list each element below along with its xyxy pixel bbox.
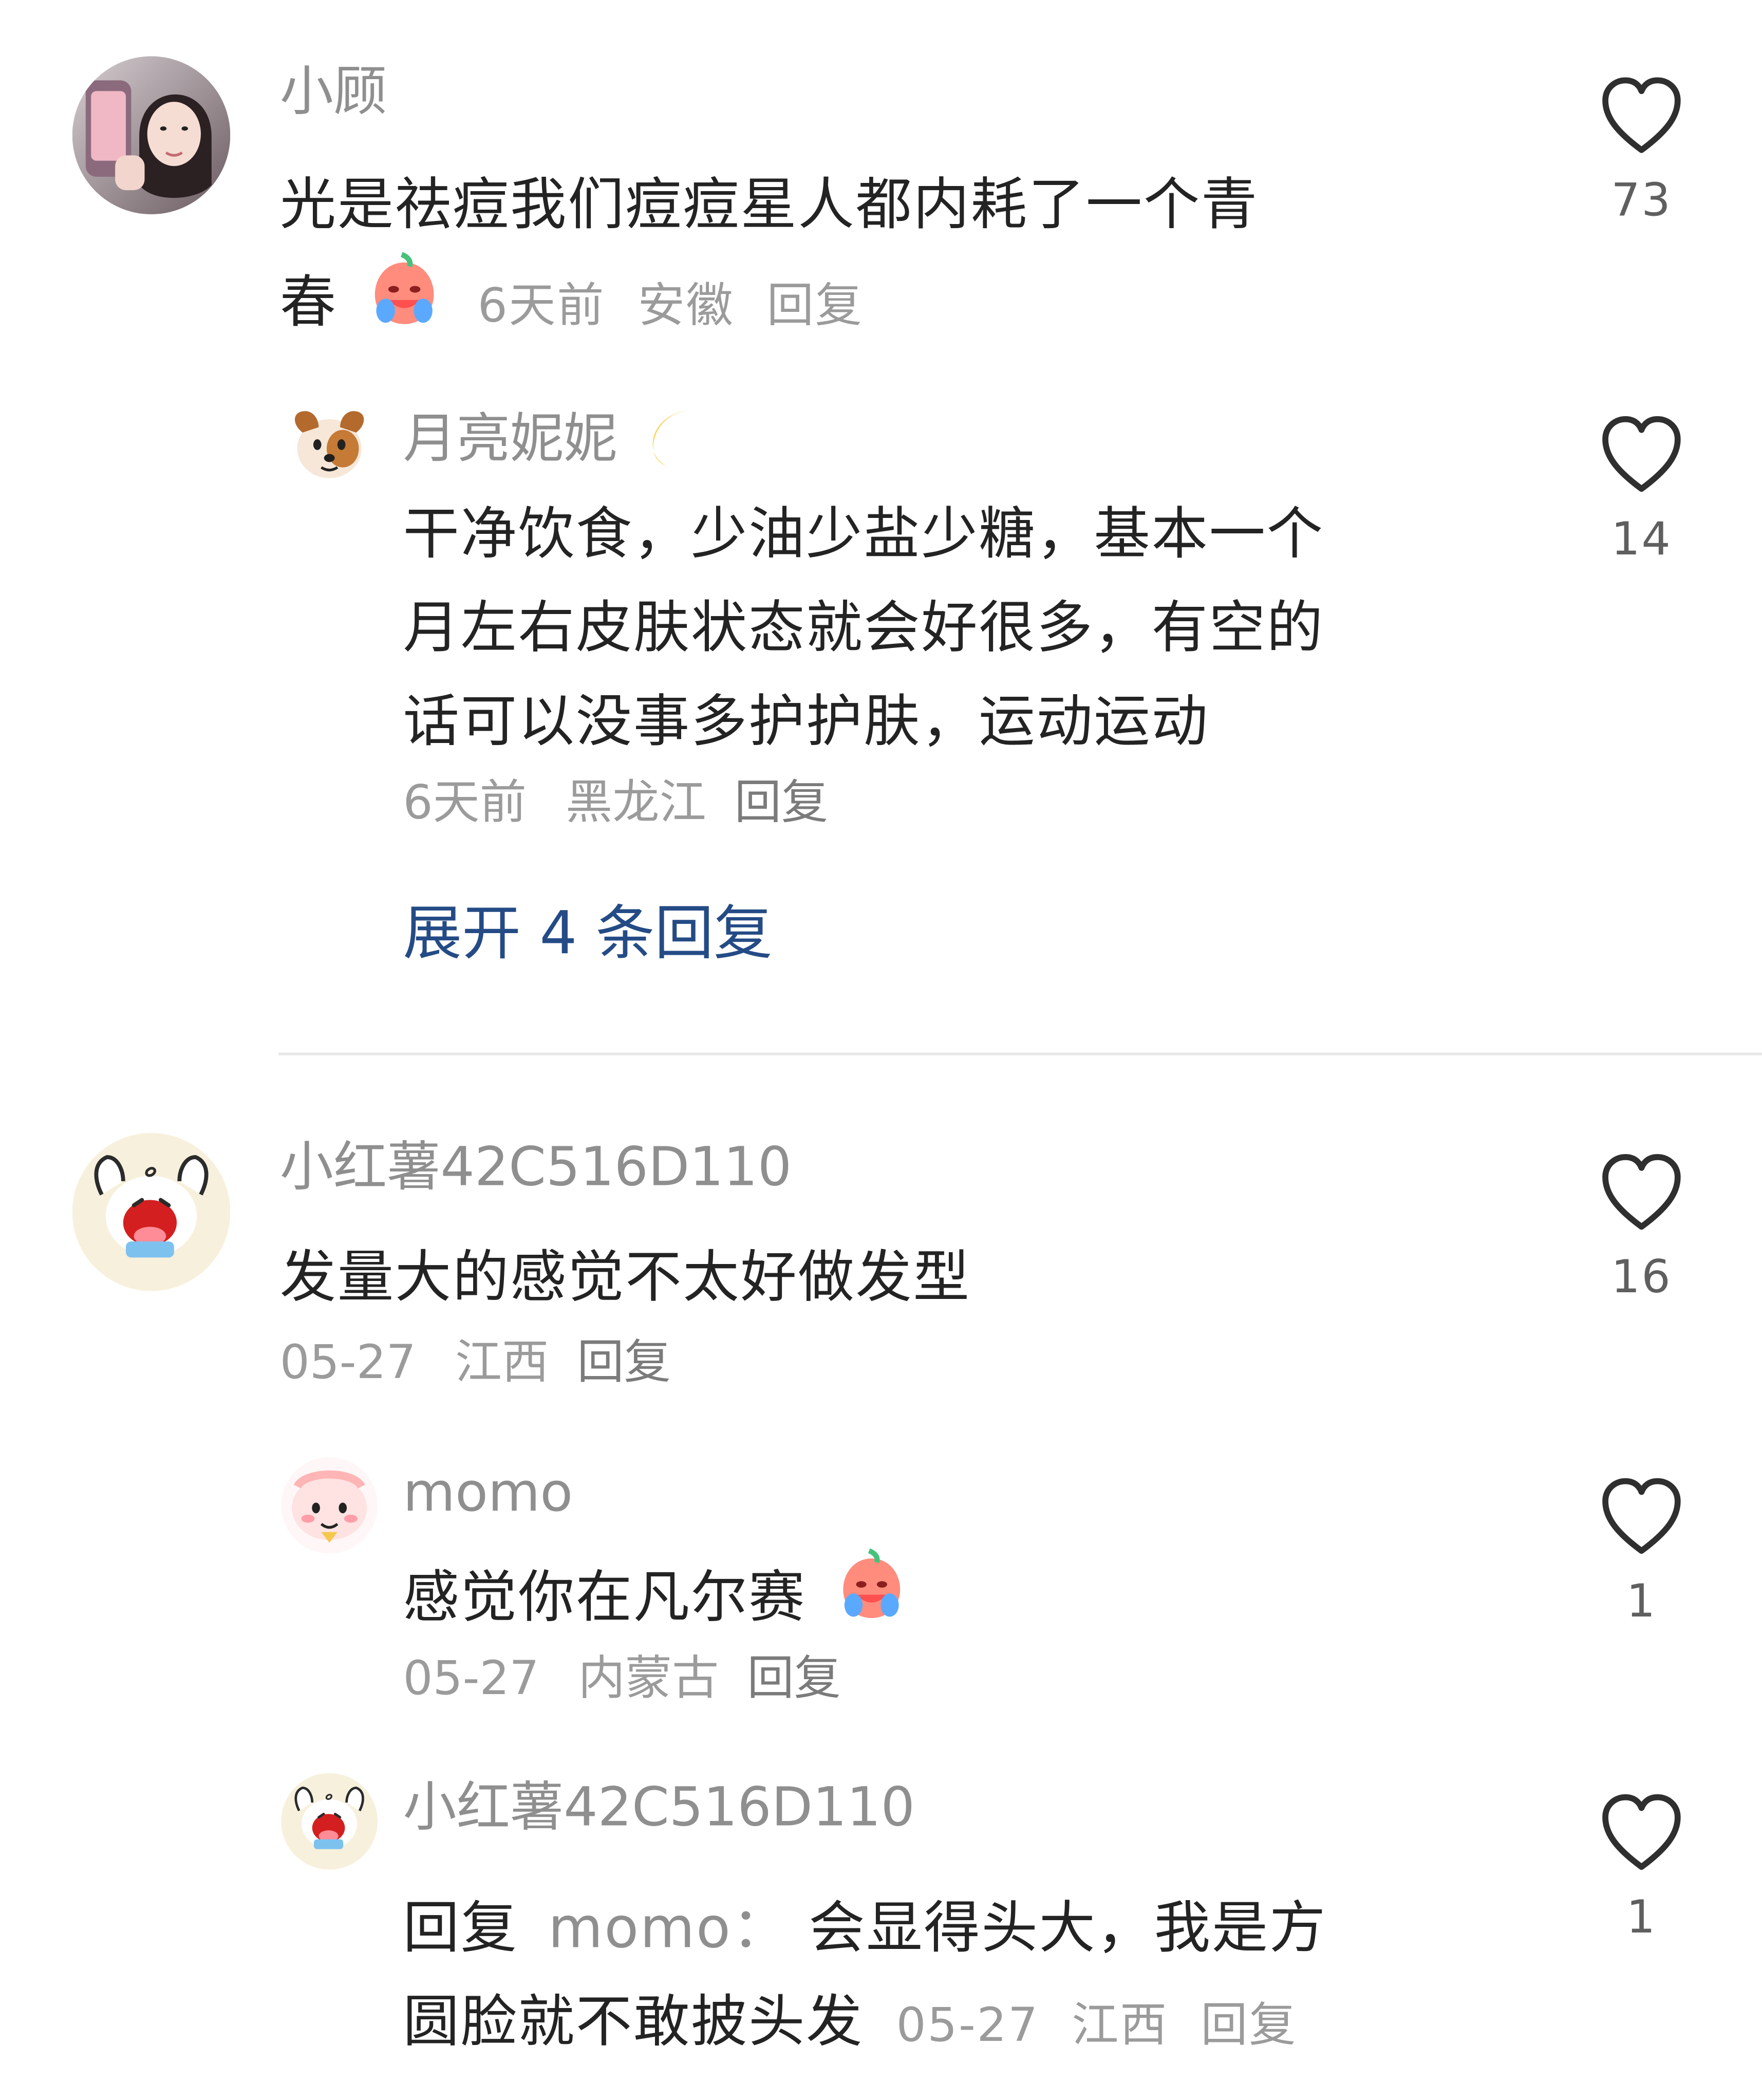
like-count: 73	[1611, 174, 1672, 228]
expand-replies-button[interactable]: 展开 4 条回复	[403, 900, 773, 970]
comment-text-line-segment: 感觉你在凡尔赛	[403, 1564, 807, 1630]
cartoon-bunny-avatar-icon	[281, 1773, 378, 1870]
comment-text: 干净饮食，少油少盐少糖，基本一个 月左右皮肤状态就会好很多，有空的 话可以没事多…	[403, 488, 1528, 769]
heart-icon	[1602, 1794, 1681, 1870]
comment-text: 感觉你在凡尔赛	[403, 1548, 1528, 1654]
like-button[interactable]: 14	[1584, 414, 1699, 567]
comment-text-line: 月左右皮肤状态就会好很多，有空的	[403, 594, 1324, 660]
avatar[interactable]	[281, 400, 378, 497]
comment-text-line: 话可以没事多护护肤，运动运动	[403, 688, 1209, 754]
heart-icon	[1602, 416, 1681, 492]
comment-text-line: 光是祛痘我们痘痘星人都内耗了一个青	[279, 171, 1259, 237]
comment-location: 安徽	[638, 280, 735, 333]
comment-location: 江西	[455, 1336, 549, 1390]
cartoon-bunny-avatar-icon	[72, 1133, 231, 1291]
comment-time: 05-27	[279, 1336, 416, 1390]
comment-thread: 小顾 光是祛痘我们痘痘星人都内耗了一个青 春 6天前 安徽 回复 73 月亮妮妮…	[0, 0, 1762, 2100]
comment-text-line: 干净饮食，少油少盐少糖，基本一个	[403, 500, 1324, 567]
username[interactable]: 小红薯42C516D110	[280, 1137, 792, 1199]
puppy-avatar-icon	[281, 400, 378, 497]
avatar[interactable]	[281, 1457, 378, 1554]
comment-text-line: 圆脸就不敢披头发 05-27 江西 回复	[403, 1975, 1528, 2073]
comment-text: 光是祛痘我们痘痘星人都内耗了一个青 春 6天前 安徽 回复	[280, 158, 1485, 361]
comment-text-line: 春 6天前 安徽 回复	[280, 252, 1485, 360]
like-button[interactable]: 1	[1584, 1792, 1699, 1944]
comment-text-line-segment: 圆脸就不敢披头发	[403, 1989, 864, 2055]
comment-meta: 05-27 内蒙古 回复	[403, 1652, 841, 1706]
moon-icon	[637, 400, 707, 484]
username-text: 月亮妮妮	[403, 408, 617, 470]
comment-meta: 05-27 江西 回复	[280, 1336, 671, 1390]
reply-button[interactable]: 回复	[747, 1652, 840, 1706]
like-count: 14	[1611, 513, 1672, 567]
avatar[interactable]	[72, 1133, 231, 1291]
comment-text-line-segment: 会显得头大，我是方	[809, 1895, 1327, 1961]
like-count: 1	[1626, 1575, 1657, 1629]
like-button[interactable]: 16	[1584, 1151, 1699, 1305]
comment-time: 6天前	[403, 776, 527, 830]
username[interactable]: 小顾	[280, 62, 387, 123]
comment-list: 小顾 光是祛痘我们痘痘星人都内耗了一个青 春 6天前 安徽 回复 73 月亮妮妮…	[0, 0, 1762, 2100]
like-count: 16	[1611, 1251, 1672, 1305]
crying-emoji-icon	[365, 252, 445, 360]
comment-time: 05-27	[896, 1999, 1039, 2053]
reply-button[interactable]: 回复	[767, 280, 864, 333]
divider	[278, 1052, 1762, 1055]
comment-text-line: 感觉你在凡尔赛	[403, 1548, 1528, 1654]
crying-emoji-icon	[833, 1548, 911, 1654]
avatar[interactable]	[281, 1773, 378, 1870]
woman-selfie-avatar-icon	[72, 56, 231, 215]
reply-prefix: 回复	[403, 1895, 518, 1961]
comment-time: 6天前	[477, 280, 606, 333]
like-count: 1	[1626, 1891, 1657, 1945]
avatar[interactable]	[72, 56, 231, 215]
username[interactable]: 月亮妮妮	[403, 400, 707, 484]
like-button[interactable]: 1	[1584, 1476, 1699, 1628]
reply-button[interactable]: 回复	[1201, 1999, 1297, 2053]
comment-text: 发量大的感觉不太好做发型	[280, 1231, 1485, 1324]
pink-blob-avatar-icon	[281, 1457, 378, 1554]
reply-target[interactable]: momo：	[548, 1895, 790, 1961]
comment-text: 回复 momo： 会显得头大，我是方 圆脸就不敢披头发 05-27 江西 回复	[403, 1882, 1528, 2073]
like-button[interactable]: 73	[1584, 75, 1699, 228]
comment-location: 内蒙古	[578, 1652, 719, 1706]
username[interactable]: 小红薯42C516D110	[403, 1777, 915, 1839]
heart-icon	[1602, 1154, 1681, 1230]
comment-text-line: 发量大的感觉不太好做发型	[279, 1244, 971, 1310]
comment-text-line-segment: 春	[279, 269, 338, 335]
heart-icon	[1602, 1478, 1681, 1554]
comment-time: 05-27	[403, 1652, 539, 1706]
reply-button[interactable]: 回复	[577, 1336, 670, 1390]
username[interactable]: momo	[403, 1462, 573, 1524]
reply-button[interactable]: 回复	[735, 777, 828, 830]
comment-text-line: 回复 momo： 会显得头大，我是方	[403, 1882, 1528, 1975]
heart-icon	[1602, 77, 1681, 153]
comment-meta: 6天前 黑龙江 回复	[403, 777, 829, 830]
comment-location: 黑龙江	[565, 776, 706, 830]
comment-location: 江西	[1072, 1999, 1168, 2053]
